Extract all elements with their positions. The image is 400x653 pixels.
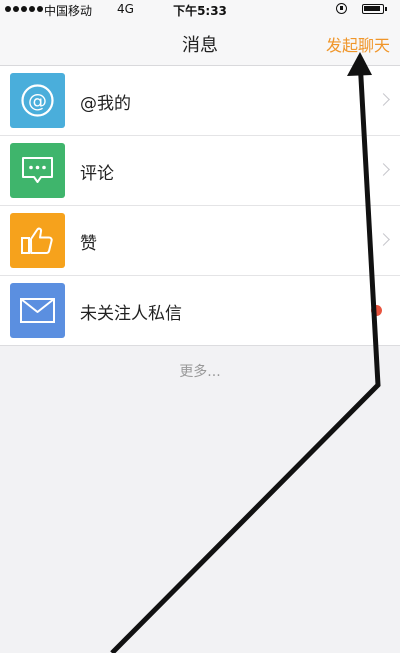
thumbs-up-icon [10,213,65,268]
battery-icon [362,4,387,14]
list-item-mentions[interactable]: @ @我的 [0,66,400,136]
svg-text:@: @ [28,90,47,112]
more-link[interactable]: 更多... [0,361,400,381]
list-item-likes[interactable]: 赞 [0,206,400,276]
start-chat-button[interactable]: 发起聊天 [326,32,390,56]
navigation-bar: 消息 发起聊天 [0,20,400,66]
message-category-list: @ @我的 评论 赞 未关注人私信 [0,66,400,346]
unread-badge [371,305,382,316]
envelope-icon [10,283,65,338]
list-item-label: 赞 [80,234,97,254]
comment-icon [10,143,65,198]
chevron-right-icon [377,163,390,176]
list-item-label: @我的 [80,94,131,114]
list-item-label: 未关注人私信 [80,304,182,324]
list-item-stranger-messages[interactable]: 未关注人私信 [0,276,400,346]
rotation-lock-icon [336,3,347,14]
list-item-comments[interactable]: 评论 [0,136,400,206]
messages-screen: 中国移动 4G 下午5:33 消息 发起聊天 @ @我的 评论 赞 未关注人私信… [0,0,400,653]
status-bar: 中国移动 4G 下午5:33 [0,0,400,20]
chevron-right-icon [377,233,390,246]
list-item-label: 评论 [80,164,114,184]
at-icon: @ [10,73,65,128]
chevron-right-icon [377,93,390,106]
